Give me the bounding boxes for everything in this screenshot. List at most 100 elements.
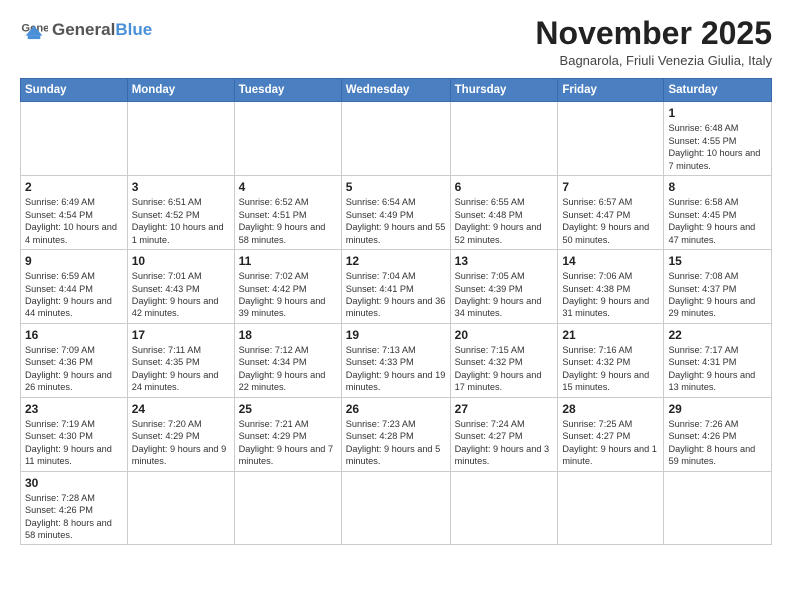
day-info: Sunrise: 7:02 AM Sunset: 4:42 PM Dayligh… [239, 271, 326, 318]
day-number: 19 [346, 327, 446, 343]
day-info: Sunrise: 7:08 AM Sunset: 4:37 PM Dayligh… [668, 271, 755, 318]
weekday-header-monday: Monday [127, 79, 234, 102]
logo: General GeneralBlue [20, 16, 152, 44]
day-number: 27 [455, 401, 554, 417]
day-number: 30 [25, 475, 123, 491]
month-title: November 2025 [535, 16, 772, 51]
calendar-cell: 27 Sunrise: 7:24 AM Sunset: 4:27 PM Dayli… [450, 397, 558, 471]
weekday-header-sunday: Sunday [21, 79, 128, 102]
day-number: 9 [25, 253, 123, 269]
day-info: Sunrise: 7:17 AM Sunset: 4:31 PM Dayligh… [668, 345, 755, 392]
calendar-cell: 14Sunrise: 7:06 AM Sunset: 4:38 PM Dayli… [558, 249, 664, 323]
calendar-cell [664, 471, 772, 545]
day-number: 6 [455, 179, 554, 195]
title-block: November 2025 Bagnarola, Friuli Venezia … [535, 16, 772, 68]
week-row-1: 2 Sunrise: 6:49 AM Sunset: 4:54 PM Daylig… [21, 176, 772, 250]
calendar-cell: 25 Sunrise: 7:21 AM Sunset: 4:29 PM Dayli… [234, 397, 341, 471]
weekday-header-thursday: Thursday [450, 79, 558, 102]
calendar-cell: 15 Sunrise: 7:08 AM Sunset: 4:37 PM Dayli… [664, 249, 772, 323]
weekday-header-saturday: Saturday [664, 79, 772, 102]
day-info: Sunrise: 7:25 AM Sunset: 4:27 PM Dayligh… [562, 419, 657, 466]
page: General GeneralBlue November 2025 Bagnar… [0, 0, 792, 612]
day-info: Sunrise: 7:12 AM Sunset: 4:34 PM Dayligh… [239, 345, 326, 392]
day-info: Sunrise: 6:54 AM Sunset: 4:49 PM Dayligh… [346, 197, 446, 244]
day-number: 22 [668, 327, 767, 343]
day-number: 23 [25, 401, 123, 417]
header: General GeneralBlue November 2025 Bagnar… [20, 16, 772, 68]
day-number: 21 [562, 327, 659, 343]
calendar-cell: 28 Sunrise: 7:25 AM Sunset: 4:27 PM Dayli… [558, 397, 664, 471]
weekday-header-friday: Friday [558, 79, 664, 102]
day-number: 17 [132, 327, 230, 343]
calendar-cell: 30 Sunrise: 7:28 AM Sunset: 4:26 PM Dayli… [21, 471, 128, 545]
day-info: Sunrise: 6:52 AM Sunset: 4:51 PM Dayligh… [239, 197, 326, 244]
day-info: Sunrise: 7:15 AM Sunset: 4:32 PM Dayligh… [455, 345, 542, 392]
day-info: Sunrise: 7:11 AM Sunset: 4:35 PM Dayligh… [132, 345, 219, 392]
day-info: Sunrise: 7:21 AM Sunset: 4:29 PM Dayligh… [239, 419, 334, 466]
day-info: Sunrise: 7:01 AM Sunset: 4:43 PM Dayligh… [132, 271, 219, 318]
day-info: Sunrise: 7:16 AM Sunset: 4:32 PM Dayligh… [562, 345, 649, 392]
calendar-cell: 1Sunrise: 6:48 AM Sunset: 4:55 PM Daylig… [664, 102, 772, 176]
calendar-cell [341, 102, 450, 176]
location-subtitle: Bagnarola, Friuli Venezia Giulia, Italy [535, 53, 772, 68]
day-info: Sunrise: 7:23 AM Sunset: 4:28 PM Dayligh… [346, 419, 441, 466]
day-info: Sunrise: 7:24 AM Sunset: 4:27 PM Dayligh… [455, 419, 550, 466]
calendar-cell: 16Sunrise: 7:09 AM Sunset: 4:36 PM Dayli… [21, 323, 128, 397]
logo-blue: Blue [115, 20, 152, 39]
day-info: Sunrise: 6:58 AM Sunset: 4:45 PM Dayligh… [668, 197, 755, 244]
calendar: SundayMondayTuesdayWednesdayThursdayFrid… [20, 78, 772, 545]
day-info: Sunrise: 7:06 AM Sunset: 4:38 PM Dayligh… [562, 271, 649, 318]
day-number: 28 [562, 401, 659, 417]
calendar-cell: 29Sunrise: 7:26 AM Sunset: 4:26 PM Dayli… [664, 397, 772, 471]
calendar-cell: 21 Sunrise: 7:16 AM Sunset: 4:32 PM Dayli… [558, 323, 664, 397]
day-info: Sunrise: 7:09 AM Sunset: 4:36 PM Dayligh… [25, 345, 112, 392]
day-info: Sunrise: 6:57 AM Sunset: 4:47 PM Dayligh… [562, 197, 649, 244]
calendar-cell: 13Sunrise: 7:05 AM Sunset: 4:39 PM Dayli… [450, 249, 558, 323]
calendar-cell: 3Sunrise: 6:51 AM Sunset: 4:52 PM Daylig… [127, 176, 234, 250]
day-number: 20 [455, 327, 554, 343]
day-info: Sunrise: 6:49 AM Sunset: 4:54 PM Dayligh… [25, 197, 117, 244]
day-number: 24 [132, 401, 230, 417]
day-number: 7 [562, 179, 659, 195]
day-number: 29 [668, 401, 767, 417]
calendar-cell: 4 Sunrise: 6:52 AM Sunset: 4:51 PM Daylig… [234, 176, 341, 250]
calendar-cell: 17 Sunrise: 7:11 AM Sunset: 4:35 PM Dayli… [127, 323, 234, 397]
calendar-cell [234, 102, 341, 176]
week-row-2: 9 Sunrise: 6:59 AM Sunset: 4:44 PM Daylig… [21, 249, 772, 323]
day-info: Sunrise: 7:20 AM Sunset: 4:29 PM Dayligh… [132, 419, 227, 466]
weekday-header-tuesday: Tuesday [234, 79, 341, 102]
week-row-3: 16Sunrise: 7:09 AM Sunset: 4:36 PM Dayli… [21, 323, 772, 397]
weekday-header-row: SundayMondayTuesdayWednesdayThursdayFrid… [21, 79, 772, 102]
calendar-cell: 11Sunrise: 7:02 AM Sunset: 4:42 PM Dayli… [234, 249, 341, 323]
week-row-0: 1Sunrise: 6:48 AM Sunset: 4:55 PM Daylig… [21, 102, 772, 176]
day-number: 4 [239, 179, 337, 195]
day-info: Sunrise: 7:28 AM Sunset: 4:26 PM Dayligh… [25, 493, 112, 540]
day-number: 26 [346, 401, 446, 417]
day-number: 10 [132, 253, 230, 269]
calendar-cell [127, 471, 234, 545]
calendar-cell [234, 471, 341, 545]
calendar-cell [558, 102, 664, 176]
calendar-cell [558, 471, 664, 545]
day-info: Sunrise: 6:55 AM Sunset: 4:48 PM Dayligh… [455, 197, 542, 244]
day-number: 5 [346, 179, 446, 195]
calendar-cell [21, 102, 128, 176]
calendar-cell [341, 471, 450, 545]
day-info: Sunrise: 7:05 AM Sunset: 4:39 PM Dayligh… [455, 271, 542, 318]
day-number: 1 [668, 105, 767, 121]
calendar-cell: 7 Sunrise: 6:57 AM Sunset: 4:47 PM Daylig… [558, 176, 664, 250]
day-info: Sunrise: 6:59 AM Sunset: 4:44 PM Dayligh… [25, 271, 112, 318]
week-row-5: 30 Sunrise: 7:28 AM Sunset: 4:26 PM Dayli… [21, 471, 772, 545]
calendar-cell: 24 Sunrise: 7:20 AM Sunset: 4:29 PM Dayli… [127, 397, 234, 471]
day-number: 25 [239, 401, 337, 417]
calendar-cell: 2 Sunrise: 6:49 AM Sunset: 4:54 PM Daylig… [21, 176, 128, 250]
logo-icon: General [20, 16, 48, 44]
day-number: 15 [668, 253, 767, 269]
calendar-cell: 8 Sunrise: 6:58 AM Sunset: 4:45 PM Daylig… [664, 176, 772, 250]
day-info: Sunrise: 7:04 AM Sunset: 4:41 PM Dayligh… [346, 271, 446, 318]
calendar-cell: 10 Sunrise: 7:01 AM Sunset: 4:43 PM Dayli… [127, 249, 234, 323]
day-number: 8 [668, 179, 767, 195]
day-info: Sunrise: 7:13 AM Sunset: 4:33 PM Dayligh… [346, 345, 446, 392]
calendar-cell: 6 Sunrise: 6:55 AM Sunset: 4:48 PM Daylig… [450, 176, 558, 250]
day-number: 2 [25, 179, 123, 195]
